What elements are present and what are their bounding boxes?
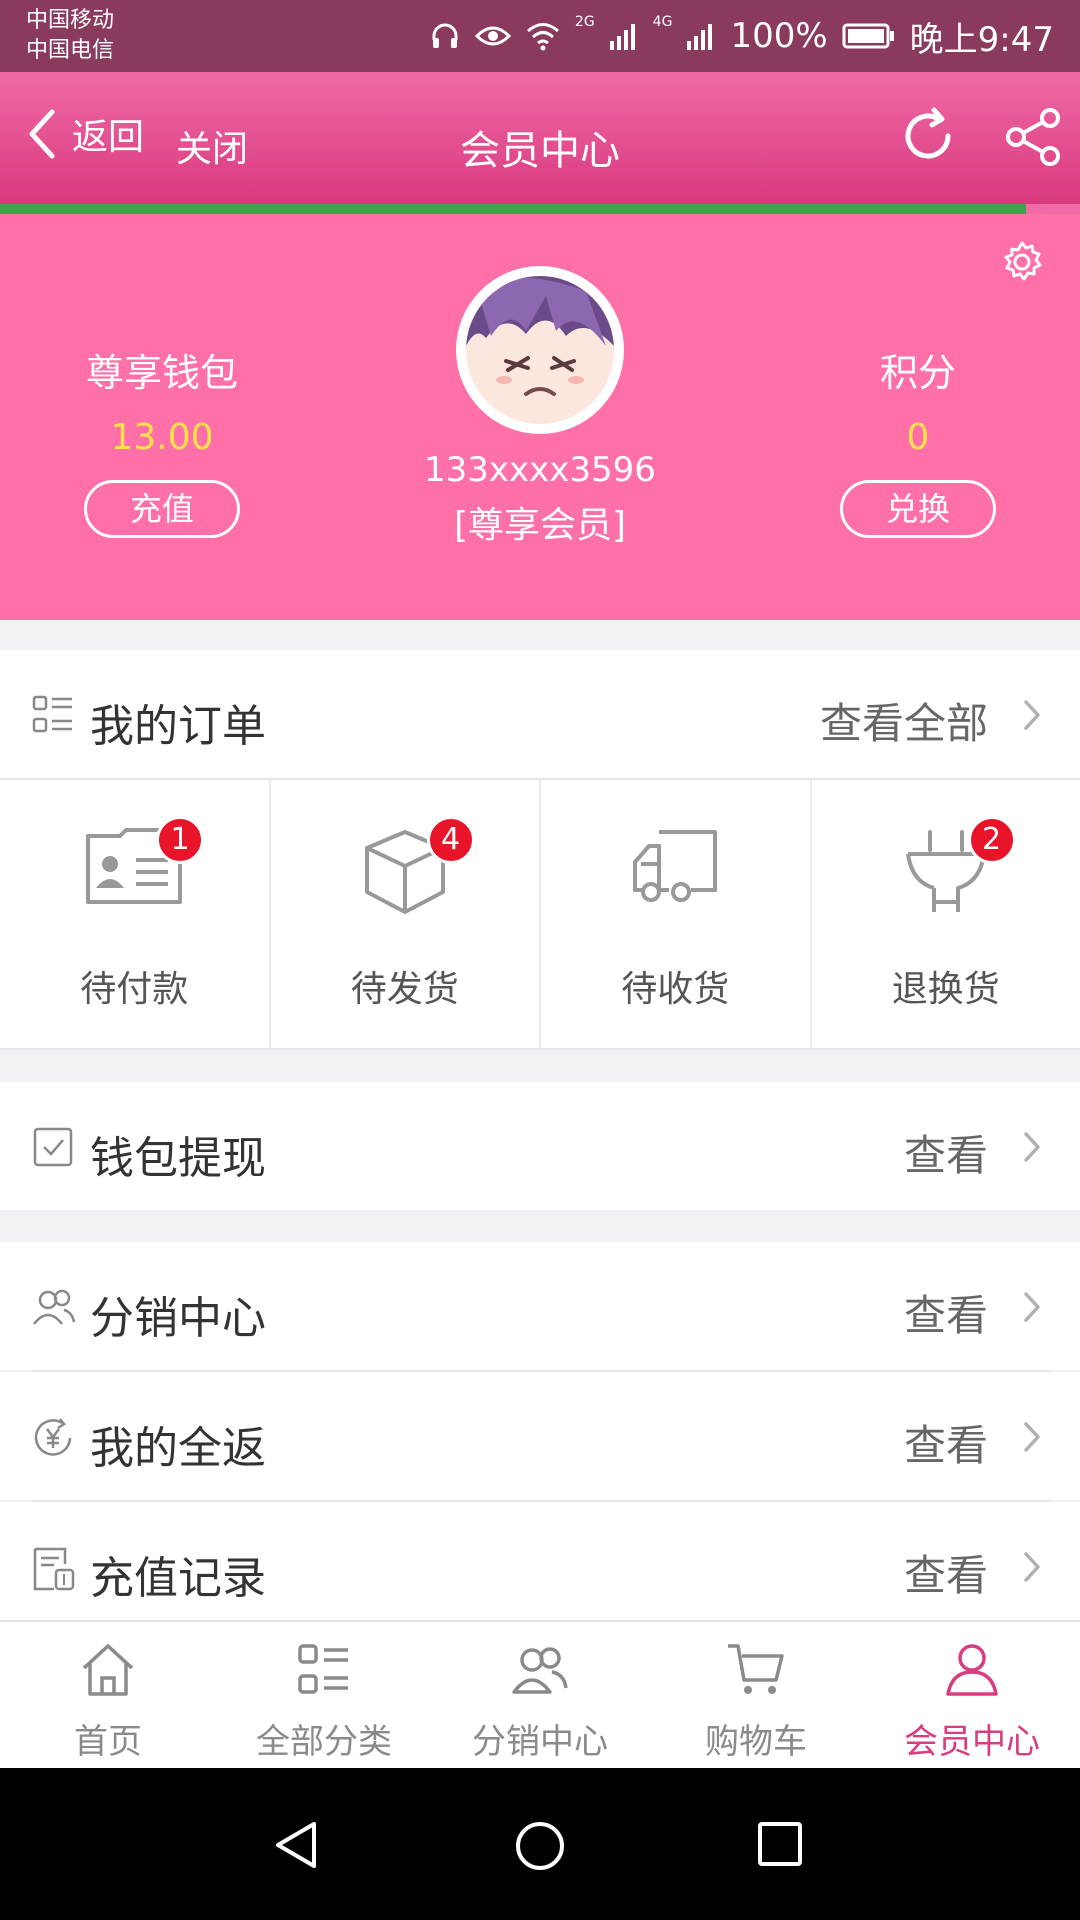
page-load-progress xyxy=(0,204,1080,214)
carrier-2: 中国电信 xyxy=(26,38,115,63)
recharge-records-label: 充值记录 xyxy=(90,1553,266,1604)
status-icons: 2G 4G 100% 晚上9:47 xyxy=(429,0,1054,72)
back-label: 返回 xyxy=(72,117,145,158)
truck-icon xyxy=(633,830,718,902)
user-icon xyxy=(946,1644,998,1696)
share-icon xyxy=(1006,108,1060,166)
checkbox-icon xyxy=(33,1127,73,1167)
wallet-withdraw-row[interactable]: 钱包提现 查看 xyxy=(0,1082,1080,1210)
network-4g: 4G xyxy=(652,14,673,30)
points-label: 积分 xyxy=(879,351,956,395)
chevron-left-icon xyxy=(29,109,55,159)
order-status-label: 待付款 xyxy=(80,969,189,1010)
back-button[interactable]: 返回 xyxy=(26,108,144,160)
yen-refund-icon xyxy=(34,1418,72,1456)
category-icon xyxy=(298,1644,348,1694)
order-count-badge: 4 xyxy=(426,816,475,864)
refresh-button[interactable] xyxy=(898,106,958,170)
tab-label: 全部分类 xyxy=(256,1722,392,1762)
gear-icon xyxy=(1004,241,1042,281)
wallet-withdraw-label: 钱包提现 xyxy=(90,1133,266,1184)
exchange-button[interactable]: 兑换 xyxy=(840,480,996,538)
back-triangle-icon[interactable] xyxy=(272,1820,322,1870)
tab-distribution-center[interactable]: 分销中心 xyxy=(432,1622,648,1768)
tab-member-center[interactable]: 会员中心 xyxy=(864,1622,1080,1768)
signal-icon xyxy=(609,24,635,50)
order-count-badge: 1 xyxy=(156,816,204,864)
wifi-icon xyxy=(526,23,559,51)
order-status-return-exchange[interactable]: 2 退换货 xyxy=(812,780,1080,1048)
home-icon xyxy=(82,1644,134,1696)
eye-icon xyxy=(474,26,511,46)
home-circle-icon[interactable] xyxy=(514,1820,566,1872)
distribution-center-label: 分销中心 xyxy=(90,1293,266,1344)
carrier-info: 中国移动 中国电信 xyxy=(26,6,114,66)
points-value: 0 xyxy=(906,417,930,458)
member-profile-panel: 尊享钱包 13.00 充值 133xxxx3596 [尊享会员] 积分 0 兑换 xyxy=(0,214,1080,620)
order-status-pending-payment[interactable]: 1 待付款 xyxy=(0,780,271,1048)
my-cashback-label: 我的全返 xyxy=(90,1423,266,1474)
cart-icon xyxy=(728,1644,784,1694)
avatar-illustration xyxy=(466,276,614,424)
chevron-right-icon xyxy=(1024,700,1040,730)
signal-icon xyxy=(687,24,713,50)
order-status-label: 待发货 xyxy=(350,969,459,1010)
tab-label: 购物车 xyxy=(705,1722,807,1762)
status-bar: 中国移动 中国电信 2G 4G 100% 晚上9:47 xyxy=(0,0,1080,72)
my-cashback-row[interactable]: 我的全返 查看 xyxy=(0,1372,1080,1500)
order-status-label: 待收货 xyxy=(621,969,730,1010)
page-load-progress-fill xyxy=(0,204,1026,214)
battery-icon xyxy=(842,23,894,49)
users-icon xyxy=(33,1289,76,1325)
title-bar: 返回 关闭 会员中心 xyxy=(0,72,1080,204)
network-2g: 2G xyxy=(574,14,595,30)
view-label[interactable]: 查看 xyxy=(904,1282,988,1343)
recharge-records-row[interactable]: 充值记录 查看 xyxy=(0,1502,1080,1630)
tab-label: 分销中心 xyxy=(472,1722,608,1762)
view-label[interactable]: 查看 xyxy=(904,1122,988,1183)
tab-shopping-cart[interactable]: 购物车 xyxy=(648,1622,864,1768)
order-status-label: 退换货 xyxy=(891,969,1000,1010)
points-block: 积分 0 兑换 xyxy=(798,342,1038,538)
recents-square-icon[interactable] xyxy=(756,1820,804,1868)
chevron-right-icon xyxy=(1024,1552,1040,1582)
share-button[interactable] xyxy=(1002,106,1064,172)
chevron-right-icon xyxy=(1024,1422,1040,1452)
view-all-label[interactable]: 查看全部 xyxy=(820,690,988,751)
headphones-icon xyxy=(432,23,458,48)
clock: 晚上9:47 xyxy=(909,19,1054,60)
tab-all-categories[interactable]: 全部分类 xyxy=(216,1622,432,1768)
tab-label: 首页 xyxy=(74,1722,142,1762)
receipt-icon xyxy=(33,1547,75,1591)
wallet-label: 尊享钱包 xyxy=(85,351,238,395)
tab-home[interactable]: 首页 xyxy=(0,1622,216,1768)
order-count-badge: 2 xyxy=(967,816,1016,864)
bottom-tab-bar: 首页 全部分类 分销中心 购物车 会员中心 xyxy=(0,1620,1080,1768)
close-button[interactable]: 关闭 xyxy=(176,120,248,172)
order-list-icon xyxy=(32,695,72,733)
battery-percent: 100% xyxy=(730,16,828,56)
settings-button[interactable] xyxy=(1000,240,1044,288)
order-status-grid: 1 待付款 4 待发货 待收货 2 退换货 xyxy=(0,778,1080,1050)
chevron-right-icon xyxy=(1024,1132,1040,1162)
view-label[interactable]: 查看 xyxy=(904,1412,988,1473)
distribution-center-row[interactable]: 分销中心 查看 xyxy=(0,1242,1080,1370)
tab-label: 会员中心 xyxy=(904,1722,1040,1762)
refresh-icon xyxy=(905,107,951,159)
my-orders-row[interactable]: 我的订单 查看全部 xyxy=(0,650,1080,778)
avatar[interactable] xyxy=(456,266,624,434)
system-navigation-bar xyxy=(0,1768,1080,1920)
order-status-pending-shipment[interactable]: 4 待发货 xyxy=(271,780,541,1048)
view-label[interactable]: 查看 xyxy=(904,1542,988,1603)
carrier-1: 中国移动 xyxy=(26,8,115,33)
users-icon xyxy=(512,1647,568,1694)
order-status-pending-receipt[interactable]: 待收货 xyxy=(541,780,812,1048)
my-orders-label: 我的订单 xyxy=(90,701,266,752)
chevron-right-icon xyxy=(1024,1292,1040,1322)
